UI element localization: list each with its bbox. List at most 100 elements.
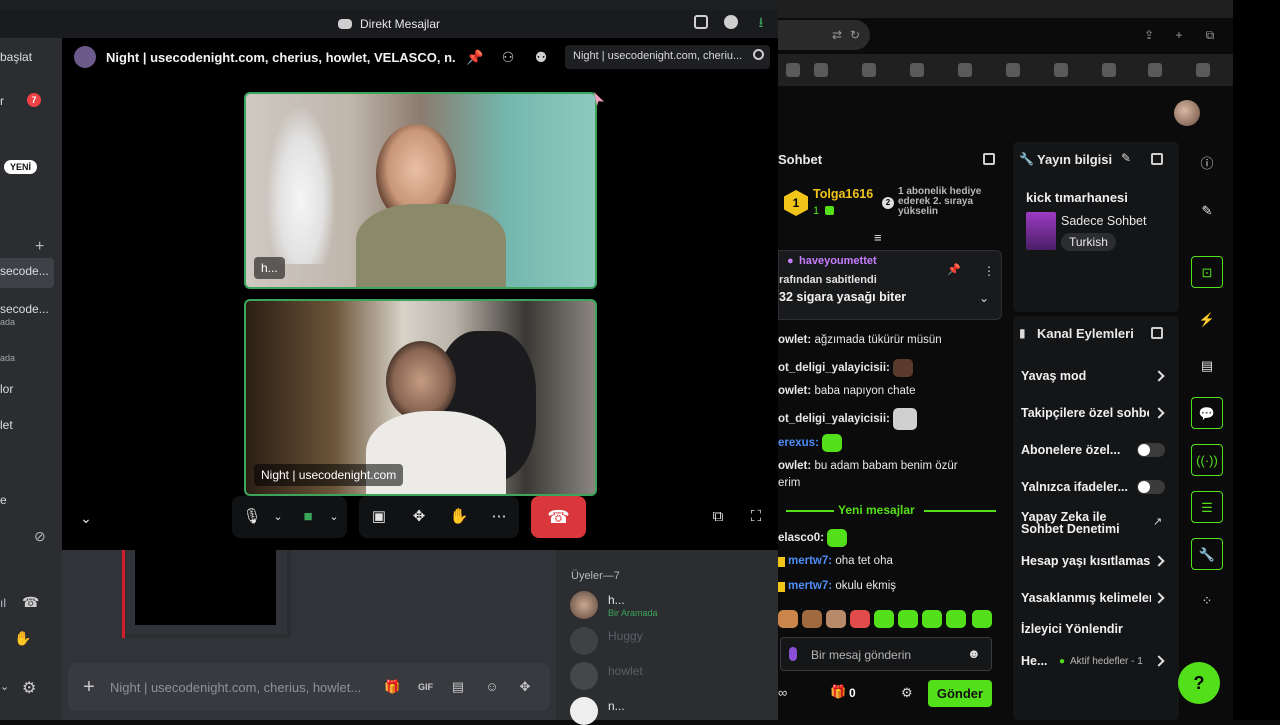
- chat-message[interactable]: owlet: ağzımada tükürür müsün: [778, 334, 942, 346]
- blocked-icon[interactable]: ⊘: [34, 528, 46, 545]
- chevron-right-icon[interactable]: [1153, 555, 1165, 567]
- broadcast-icon[interactable]: ((·)): [1191, 444, 1223, 476]
- end-call-button[interactable]: ☎: [531, 496, 586, 538]
- gift-icon[interactable]: 🎁: [384, 680, 400, 694]
- emoji-icon[interactable]: ☻: [967, 646, 981, 661]
- chevron-right-icon[interactable]: [1153, 592, 1165, 604]
- more-options-icon[interactable]: ⋯: [489, 507, 509, 527]
- attach-plus-icon[interactable]: +: [68, 676, 110, 699]
- dm-item-5[interactable]: let: [0, 418, 13, 432]
- members-icon[interactable]: ⚉: [533, 50, 549, 64]
- pinned-user[interactable]: haveyoumettet: [799, 255, 877, 267]
- chat-message[interactable]: erexus:: [778, 434, 843, 452]
- bookmark-icon[interactable]: [1054, 63, 1068, 77]
- chat-username[interactable]: mertw7:: [788, 555, 832, 567]
- wrench-icon[interactable]: 🔧: [1191, 538, 1223, 570]
- emoji-icon[interactable]: ☺: [485, 680, 499, 694]
- bookmark-icon[interactable]: [862, 63, 876, 77]
- gif-icon[interactable]: GIF: [418, 680, 433, 694]
- chat-username[interactable]: ot_deligi_yalayicisii:: [778, 413, 890, 425]
- emote-image[interactable]: [922, 610, 942, 628]
- chevron-right-icon[interactable]: [1153, 655, 1165, 667]
- emote-image[interactable]: [778, 610, 798, 628]
- info-icon[interactable]: ⓘ: [1191, 148, 1223, 180]
- action-ai-moderation[interactable]: Yapay Zeka ile Sohbet Denetimi: [1021, 511, 1131, 535]
- screen-share-icon[interactable]: ▣: [369, 507, 389, 527]
- infinity-icon[interactable]: ∞: [778, 685, 787, 700]
- chat-username[interactable]: owlet:: [778, 460, 811, 472]
- popout-icon[interactable]: ⧉: [708, 507, 728, 527]
- microphone-icon[interactable]: 🎙: [242, 507, 262, 527]
- bookmark-icon[interactable]: [958, 63, 972, 77]
- chat-message[interactable]: elasco0:: [778, 529, 848, 547]
- emotes-only-toggle[interactable]: [1137, 480, 1165, 494]
- fullscreen-icon[interactable]: ⛶: [746, 507, 766, 527]
- bookmark-icon[interactable]: [1006, 63, 1020, 77]
- chat-username[interactable]: owlet:: [778, 334, 811, 346]
- apps-icon[interactable]: ✥: [518, 680, 532, 694]
- dm-item-4[interactable]: lor: [0, 382, 13, 396]
- more-options-icon[interactable]: ⋮: [983, 264, 995, 278]
- add-friends-icon[interactable]: ⚇: [500, 50, 516, 64]
- reload-icon[interactable]: ↻: [848, 28, 862, 42]
- soundboard-icon[interactable]: ✋: [449, 507, 469, 527]
- dm-item-6[interactable]: e: [0, 493, 7, 507]
- download-icon[interactable]: ⭳: [754, 15, 768, 29]
- video-tile-2[interactable]: Night | usecodenight.com: [244, 299, 597, 496]
- bookmark-icon[interactable]: [1148, 63, 1162, 77]
- chevron-right-icon[interactable]: [1153, 407, 1165, 419]
- action-subscribers-only[interactable]: Abonelere özel...: [1021, 443, 1125, 457]
- inbox-icon[interactable]: [694, 15, 708, 29]
- dm-item-1[interactable]: secode...: [0, 264, 49, 278]
- pin-icon[interactable]: 📌: [466, 50, 483, 64]
- gift-box-icon[interactable]: 🎁: [830, 684, 846, 700]
- chat-message[interactable]: owlet: bu adam babam benim özür: [778, 460, 958, 472]
- notes-icon[interactable]: ▤: [1191, 350, 1223, 382]
- screenshot-icon[interactable]: ⊡: [1191, 256, 1223, 288]
- disconnect-icon[interactable]: ☎: [22, 594, 39, 611]
- emote-image[interactable]: [826, 610, 846, 628]
- chat-settings-icon[interactable]: ⚙: [901, 685, 913, 701]
- chat-message[interactable]: mertw7: okulu ekmiş: [778, 580, 896, 592]
- chat-username[interactable]: mertw7:: [788, 580, 832, 592]
- camera-icon[interactable]: ■: [298, 507, 318, 527]
- action-emotes-only[interactable]: Yalnızca ifadeler...: [1021, 480, 1137, 494]
- member-item[interactable]: n...: [570, 697, 770, 725]
- new-tab-plus-icon[interactable]: +: [1172, 28, 1186, 42]
- action-banned-words[interactable]: Yasaklanmış kelimeler: [1021, 591, 1151, 605]
- sticker-icon[interactable]: ▤: [451, 680, 465, 694]
- bookmark-icon[interactable]: [1196, 63, 1210, 77]
- tab-overview-icon[interactable]: ⧉: [1203, 28, 1217, 42]
- action-slow-mode[interactable]: Yavaş mod: [1021, 369, 1159, 383]
- share-icon[interactable]: ⇪: [1142, 28, 1156, 42]
- activity-icon[interactable]: ✋: [14, 630, 31, 647]
- message-input[interactable]: + Night | usecodenight.com, cherius, how…: [68, 663, 550, 711]
- chevron-down-icon[interactable]: ⌄: [0, 680, 9, 693]
- emote-image[interactable]: [946, 610, 966, 628]
- apps-dots-icon[interactable]: ⁘: [1191, 585, 1223, 617]
- sidebar-item-friends[interactable]: r: [0, 94, 4, 108]
- action-goals[interactable]: He...: [1021, 654, 1053, 668]
- action-followers-only[interactable]: Takipçilere özel sohbet: [1021, 406, 1149, 420]
- mic-options-chevron-icon[interactable]: ⌄: [268, 507, 288, 527]
- video-tile-1[interactable]: h...: [244, 92, 597, 289]
- address-bar[interactable]: ⇄ ↻: [778, 20, 870, 50]
- create-dm-plus-icon[interactable]: +: [35, 238, 44, 256]
- bookmark-icon[interactable]: [1102, 63, 1116, 77]
- chat-input[interactable]: Bir mesaj gönderin ☻: [780, 637, 992, 671]
- action-raid[interactable]: İzleyici Yönlendir: [1021, 622, 1159, 636]
- bookmark-icon[interactable]: [814, 63, 828, 77]
- chat-username[interactable]: elasco0:: [778, 532, 824, 544]
- chat-username[interactable]: erexus:: [778, 437, 819, 449]
- emote-image[interactable]: [874, 610, 894, 628]
- emote-image[interactable]: [850, 610, 870, 628]
- emote-image[interactable]: [972, 610, 992, 628]
- edit-pencil-icon[interactable]: ✎: [1191, 195, 1223, 227]
- send-button[interactable]: Gönder: [928, 680, 992, 707]
- dm-item-2[interactable]: secode...: [0, 302, 49, 316]
- chat-username[interactable]: ot_deligi_yalayicisii:: [778, 362, 890, 374]
- bookmark-icon[interactable]: [910, 63, 924, 77]
- emote-image[interactable]: [802, 610, 822, 628]
- search-input[interactable]: Night | usecodenight.com, cheriu...: [565, 45, 770, 69]
- chat-message[interactable]: owlet: baba napıyon chate: [778, 385, 915, 397]
